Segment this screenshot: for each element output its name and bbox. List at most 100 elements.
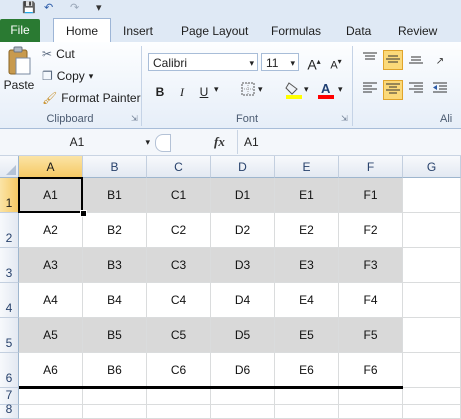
chevron-down-icon[interactable]: ▾ <box>338 84 343 95</box>
cell-g8[interactable] <box>403 405 461 419</box>
decrease-indent-button[interactable] <box>430 80 450 100</box>
cell-a4[interactable]: A4 <box>19 283 83 318</box>
cell-e7[interactable] <box>275 388 339 405</box>
cell-d5[interactable]: D5 <box>211 318 275 353</box>
align-left-button[interactable] <box>360 80 380 100</box>
cell-c8[interactable] <box>147 405 211 419</box>
column-header-g[interactable]: G <box>403 156 461 178</box>
cell-b8[interactable] <box>83 405 147 419</box>
cell-g1[interactable] <box>403 178 461 213</box>
formula-input[interactable]: A1 <box>240 133 461 151</box>
align-center-button[interactable] <box>383 80 403 100</box>
cell-f1[interactable]: F1 <box>339 178 403 213</box>
cell-f5[interactable]: F5 <box>339 318 403 353</box>
font-size-select[interactable]: 11 ▾ <box>261 53 299 71</box>
format-painter-button[interactable]: 🖌 Format Painter <box>42 91 141 105</box>
cell-a1[interactable]: A1 <box>19 178 83 213</box>
chevron-down-icon[interactable]: ▾ <box>214 84 219 95</box>
undo-icon[interactable]: ↶ <box>44 1 53 14</box>
bottom-align-button[interactable] <box>406 50 426 70</box>
redo-icon[interactable]: ↷ <box>70 1 79 14</box>
middle-align-button[interactable] <box>383 50 403 70</box>
cell-d2[interactable]: D2 <box>211 213 275 248</box>
font-color-button[interactable]: A <box>316 80 336 100</box>
cell-e5[interactable]: E5 <box>275 318 339 353</box>
insert-function-button[interactable]: fx <box>214 134 225 150</box>
tab-data[interactable]: Data <box>346 21 371 41</box>
customize-icon[interactable]: ▾ <box>96 1 102 14</box>
shrink-font-button[interactable]: A▾ <box>326 52 346 72</box>
dialog-launcher-icon[interactable]: ⇲ <box>341 114 348 123</box>
copy-button[interactable]: ❐ Copy ▾ <box>42 69 93 83</box>
borders-button[interactable] <box>238 82 258 102</box>
cell-e2[interactable]: E2 <box>275 213 339 248</box>
bold-button[interactable]: B <box>150 82 170 102</box>
cell-e4[interactable]: E4 <box>275 283 339 318</box>
cell-b2[interactable]: B2 <box>83 213 147 248</box>
cell-c3[interactable]: C3 <box>147 248 211 283</box>
cell-c4[interactable]: C4 <box>147 283 211 318</box>
cell-b1[interactable]: B1 <box>83 178 147 213</box>
cell-e8[interactable] <box>275 405 339 419</box>
tab-home[interactable]: Home <box>53 18 111 43</box>
fill-handle[interactable] <box>80 210 87 217</box>
cell-b3[interactable]: B3 <box>83 248 147 283</box>
grow-font-button[interactable]: A▴ <box>304 52 324 73</box>
cell-b7[interactable] <box>83 388 147 405</box>
chevron-down-icon[interactable]: ▾ <box>304 84 309 95</box>
row-header-2[interactable]: 2 <box>0 213 19 248</box>
cell-f2[interactable]: F2 <box>339 213 403 248</box>
cell-g6[interactable] <box>403 353 461 388</box>
cell-g7[interactable] <box>403 388 461 405</box>
cell-b6[interactable]: B6 <box>83 353 147 388</box>
cell-g4[interactable] <box>403 283 461 318</box>
cell-d1[interactable]: D1 <box>211 178 275 213</box>
column-header-f[interactable]: F <box>339 156 403 178</box>
fill-color-button[interactable] <box>284 80 304 100</box>
cell-a2[interactable]: A2 <box>19 213 83 248</box>
cell-c2[interactable]: C2 <box>147 213 211 248</box>
cell-d6[interactable]: D6 <box>211 353 275 388</box>
column-header-b[interactable]: B <box>83 156 147 178</box>
row-header-1[interactable]: 1 <box>0 178 19 213</box>
cell-g2[interactable] <box>403 213 461 248</box>
row-header-5[interactable]: 5 <box>0 318 19 353</box>
top-align-button[interactable] <box>360 50 380 70</box>
cell-f4[interactable]: F4 <box>339 283 403 318</box>
cell-c1[interactable]: C1 <box>147 178 211 213</box>
cell-a7[interactable] <box>19 388 83 405</box>
select-all-corner[interactable] <box>0 156 19 178</box>
column-header-d[interactable]: D <box>211 156 275 178</box>
cell-e6[interactable]: E6 <box>275 353 339 388</box>
cell-f7[interactable] <box>339 388 403 405</box>
row-header-4[interactable]: 4 <box>0 283 19 318</box>
tab-file[interactable]: File <box>0 19 40 42</box>
cell-a6[interactable]: A6 <box>19 353 83 388</box>
orientation-button[interactable]: ↗ <box>430 50 450 70</box>
row-header-8[interactable]: 8 <box>0 402 19 419</box>
formula-bar-splitter[interactable] <box>155 134 171 152</box>
cell-f8[interactable] <box>339 405 403 419</box>
cell-b5[interactable]: B5 <box>83 318 147 353</box>
cell-d3[interactable]: D3 <box>211 248 275 283</box>
cell-a8[interactable] <box>19 405 83 419</box>
cell-e3[interactable]: E3 <box>275 248 339 283</box>
cell-a3[interactable]: A3 <box>19 248 83 283</box>
paste-button[interactable]: Paste <box>4 46 34 92</box>
chevron-down-icon[interactable]: ▾ <box>258 84 263 95</box>
cell-c5[interactable]: C5 <box>147 318 211 353</box>
cell-g3[interactable] <box>403 248 461 283</box>
cell-c7[interactable] <box>147 388 211 405</box>
cell-e1[interactable]: E1 <box>275 178 339 213</box>
cell-d7[interactable] <box>211 388 275 405</box>
column-header-c[interactable]: C <box>147 156 211 178</box>
tab-insert[interactable]: Insert <box>123 21 153 41</box>
row-header-3[interactable]: 3 <box>0 248 19 283</box>
tab-formulas[interactable]: Formulas <box>271 21 321 41</box>
name-box[interactable]: A1 ▾ <box>2 133 152 151</box>
cell-b4[interactable]: B4 <box>83 283 147 318</box>
cell-f3[interactable]: F3 <box>339 248 403 283</box>
italic-button[interactable]: I <box>172 82 192 102</box>
save-icon[interactable]: 💾 <box>22 1 36 14</box>
row-header-6[interactable]: 6 <box>0 353 19 388</box>
